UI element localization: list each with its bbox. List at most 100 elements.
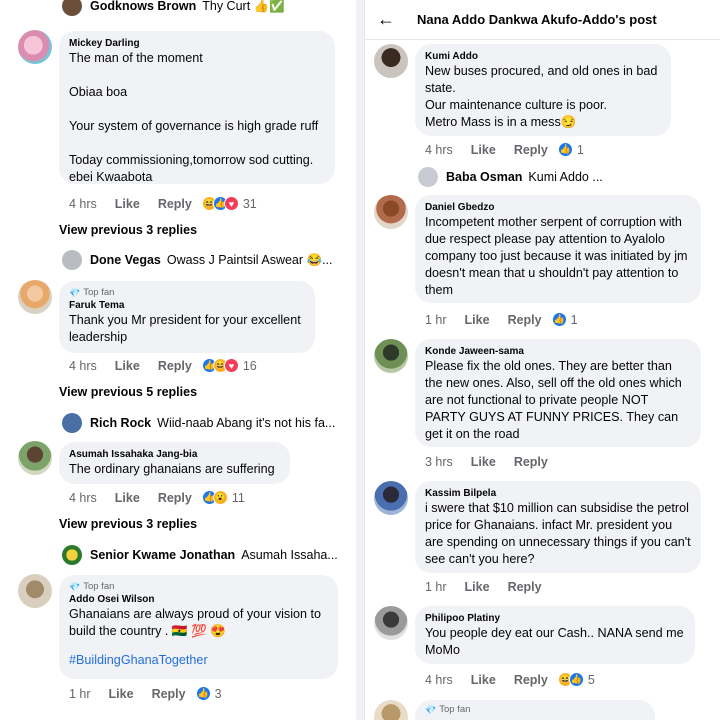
comment-bubble: Kassim Bilpela i swere that $10 million … (415, 481, 701, 573)
avatar[interactable] (374, 606, 408, 640)
like-button[interactable]: Like (115, 359, 140, 373)
avatar[interactable] (62, 413, 82, 433)
avatar[interactable] (18, 574, 52, 608)
reply-button[interactable]: Reply (514, 673, 548, 687)
comment-actions: 4 hrs Like Reply 👍 1 (425, 142, 584, 157)
like-button[interactable]: Like (465, 580, 490, 594)
comment-time[interactable]: 4 hrs (425, 143, 453, 157)
comment-bubble: 💎 Top fan Faruk Tema Thank you Mr preside… (59, 281, 315, 353)
comment-actions: 1 hr Like Reply 👍 1 (425, 312, 578, 327)
reply-button[interactable]: Reply (514, 143, 548, 157)
right-comments-panel: ← Nana Addo Dankwa Akufo-Addo's post Kum… (364, 0, 720, 720)
avatar[interactable] (374, 195, 408, 229)
avatar[interactable] (374, 481, 408, 515)
like-button[interactable]: Like (109, 687, 134, 701)
avatar[interactable] (18, 30, 52, 64)
comment-author[interactable]: Addo Osei Wilson (69, 593, 328, 606)
reply-author[interactable]: Baba Osman (446, 170, 522, 184)
comment-bubble: Asumah Issahaka Jang-bia The ordinary gh… (59, 442, 290, 484)
reaction-summary[interactable]: 👍 1 (551, 312, 578, 327)
reaction-summary[interactable]: 👍 3 (195, 686, 222, 701)
comment-bubble: Kumi Addo New buses procured, and old on… (415, 44, 671, 136)
top-fan-icon: 💎 (425, 705, 437, 715)
comment-time[interactable]: 4 hrs (69, 197, 97, 211)
reply-author[interactable]: Rich Rock (90, 416, 151, 430)
reaction-summary[interactable]: 👍 😮 11 (201, 490, 245, 505)
comment-author[interactable]: Kassim Bilpela (425, 487, 691, 500)
view-previous-replies[interactable]: View previous 5 replies (59, 385, 197, 399)
reply-button[interactable]: Reply (508, 313, 542, 327)
reply-author[interactable]: Done Vegas (90, 253, 161, 267)
reply-button[interactable]: Reply (158, 197, 192, 211)
love-reaction-icon: ♥ (223, 358, 239, 373)
reply-button[interactable]: Reply (152, 687, 186, 701)
reply-preview[interactable]: Done Vegas Owass J Paintsil Aswear 😂... (62, 250, 333, 270)
reply-button[interactable]: Reply (158, 359, 192, 373)
avatar[interactable] (418, 167, 438, 187)
avatar[interactable] (62, 545, 82, 565)
view-previous-replies[interactable]: View previous 3 replies (59, 223, 197, 237)
reply-button[interactable]: Reply (158, 491, 192, 505)
avatar[interactable] (374, 44, 408, 78)
reply-preview-godknows[interactable]: Godknows Brown Thy Curt 👍✅ (62, 0, 285, 16)
reaction-summary[interactable]: 😆 👍 ♥ 31 (201, 196, 257, 211)
comment-author[interactable]: Mickey Darling (69, 37, 325, 50)
comment-time[interactable]: 1 hr (69, 687, 91, 701)
reply-text: Wiid-naab Abang it's not his fa... (157, 416, 336, 430)
view-previous-replies[interactable]: View previous 3 replies (59, 517, 197, 531)
comment-author[interactable]: Philipoo Platiny (425, 612, 685, 625)
reaction-count: 1 (576, 142, 584, 157)
avatar[interactable] (18, 441, 52, 475)
comment-author[interactable]: Daniel Gbedzo (425, 201, 691, 214)
reaction-summary[interactable]: 😆 👍 5 (557, 672, 595, 687)
like-button[interactable]: Like (115, 197, 140, 211)
comment-time[interactable]: 1 hr (425, 580, 447, 594)
avatar[interactable] (62, 250, 82, 270)
avatar[interactable] (18, 280, 52, 314)
like-button[interactable]: Like (471, 143, 496, 157)
comment-author[interactable]: Faruk Tema (69, 299, 305, 312)
comment-author[interactable]: Asumah Issahaka Jang-bia (69, 448, 280, 461)
comment-actions: 4 hrs Like Reply 👍 😆 ♥ 16 (69, 358, 257, 373)
avatar[interactable] (374, 339, 408, 373)
reply-preview[interactable]: Senior Kwame Jonathan Asumah Issaha... (62, 545, 338, 565)
like-button[interactable]: Like (115, 491, 140, 505)
comment-text: The ordinary ghanaians are suffering (69, 462, 275, 476)
comment-text: The man of the moment Obiaa boa Your sys… (69, 51, 319, 184)
reply-preview[interactable]: Baba Osman Kumi Addo ... (418, 167, 603, 187)
like-button[interactable]: Like (471, 455, 496, 469)
reaction-summary[interactable]: 👍 1 (557, 142, 584, 157)
reply-button[interactable]: Reply (514, 455, 548, 469)
comment-bubble: Mickey Darling The man of the moment Obi… (59, 31, 335, 184)
top-fan-badge: 💎 Top fan (69, 581, 115, 592)
comment-author[interactable]: Kumi Addo (425, 50, 661, 63)
reaction-count: 31 (242, 196, 257, 211)
reply-button[interactable]: Reply (508, 580, 542, 594)
like-button[interactable]: Like (465, 313, 490, 327)
reply-text: Kumi Addo ... (528, 170, 603, 184)
hashtag-link[interactable]: #BuildingGhanaTogether (69, 652, 328, 669)
left-comments-panel: Godknows Brown Thy Curt 👍✅ Mickey Darlin… (0, 0, 356, 720)
comment-time[interactable]: 3 hrs (425, 455, 453, 469)
top-fan-icon: 💎 (69, 582, 81, 592)
reply-author[interactable]: Godknows Brown (90, 0, 196, 13)
back-arrow-icon[interactable]: ← (377, 9, 395, 30)
reply-preview[interactable]: Rich Rock Wiid-naab Abang it's not his f… (62, 413, 335, 433)
avatar[interactable] (62, 0, 82, 16)
like-reaction-icon: 👍 (195, 686, 211, 701)
comment-time[interactable]: 4 hrs (69, 359, 97, 373)
comment-author[interactable]: Konde Jaween-sama (425, 345, 691, 358)
reaction-summary[interactable]: 👍 😆 ♥ 16 (201, 358, 257, 373)
reply-text: Asumah Issaha... (241, 548, 338, 562)
reply-text: Owass J Paintsil Aswear 😂... (166, 252, 333, 267)
reaction-count: 3 (214, 686, 222, 701)
comment-time[interactable]: 1 hr (425, 313, 447, 327)
like-button[interactable]: Like (471, 673, 496, 687)
reply-author[interactable]: Senior Kwame Jonathan (90, 548, 235, 562)
comment-time[interactable]: 4 hrs (69, 491, 97, 505)
comment-actions: 3 hrs Like Reply (425, 455, 566, 469)
love-reaction-icon: ♥ (223, 196, 239, 211)
comment-time[interactable]: 4 hrs (425, 673, 453, 687)
comment-actions: 4 hrs Like Reply 👍 😮 11 (69, 490, 245, 505)
avatar[interactable] (374, 700, 408, 720)
